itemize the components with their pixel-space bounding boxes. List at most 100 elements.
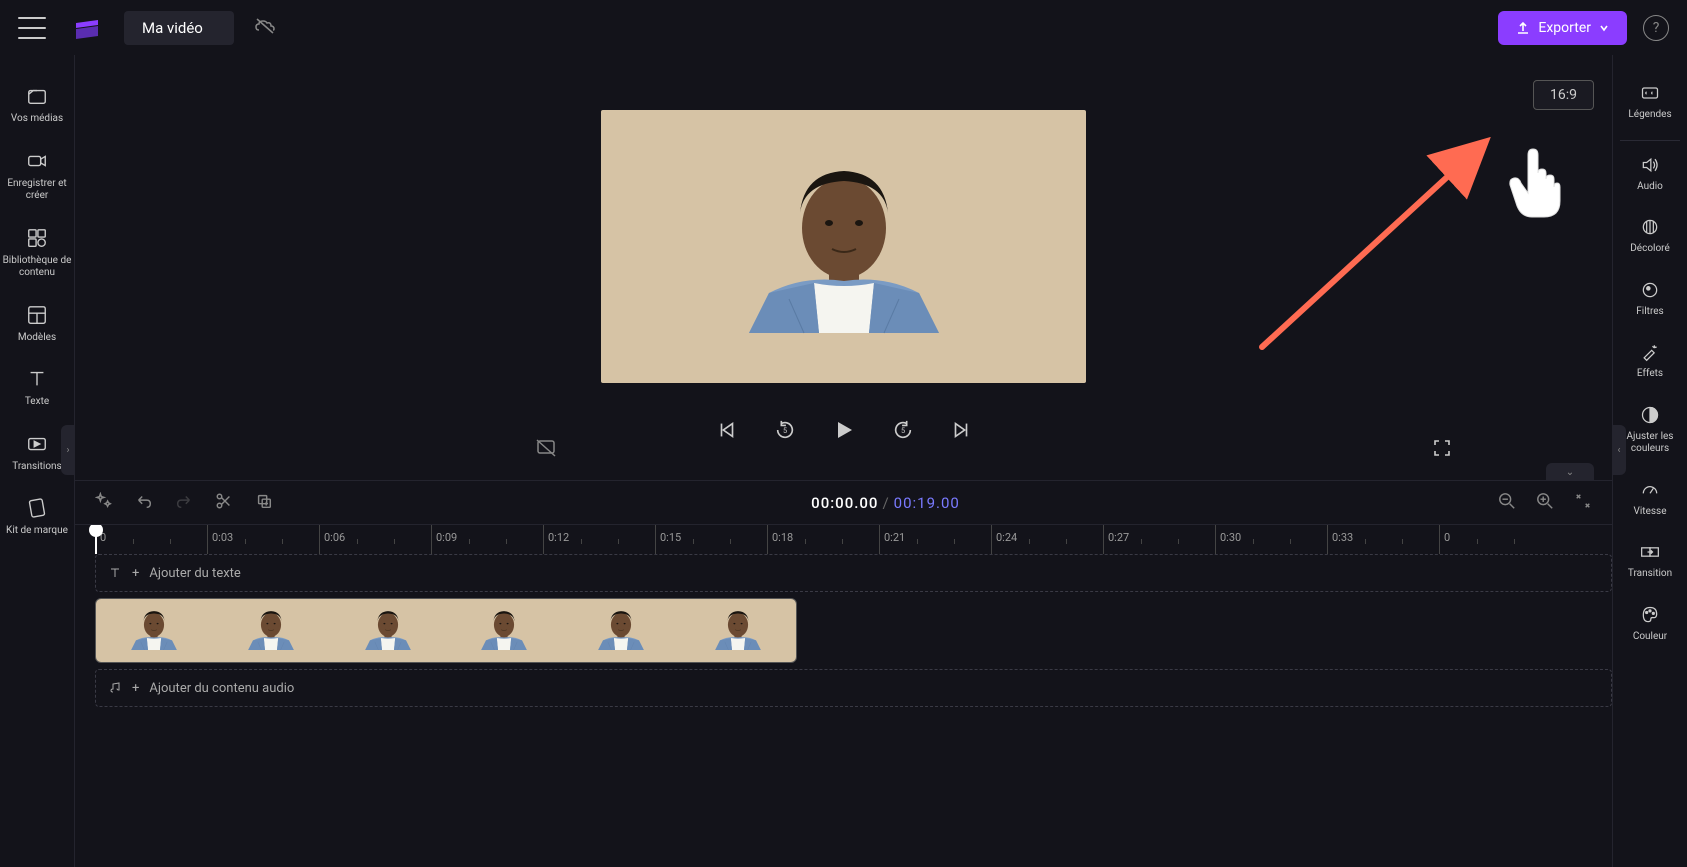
text-icon (108, 566, 122, 580)
expand-left-panel-button[interactable]: › (61, 425, 75, 475)
ruler-tick-label: 0:03 (212, 531, 233, 544)
ruler-tick-label: 0:12 (548, 531, 569, 544)
sidebar-item-label: Effets (1637, 368, 1663, 381)
skip-start-button[interactable] (716, 419, 738, 441)
clip-thumbnail (446, 599, 563, 662)
split-button[interactable] (215, 492, 233, 514)
undo-button[interactable] (135, 492, 153, 514)
sidebar-item-label: Enregistrer et créer (2, 178, 72, 203)
sidebar-item-captions[interactable]: Légendes (1613, 73, 1687, 136)
sidebar-item-label: Vos médias (11, 113, 63, 126)
clip-thumbnail (563, 599, 680, 662)
clip-thumbnail (679, 599, 796, 662)
sidebar-item-label: Audio (1637, 181, 1663, 194)
sidebar-item-label: Transition (1628, 568, 1672, 581)
ruler-tick-label: 0:09 (436, 531, 457, 544)
ruler-tick-label: 0:06 (324, 531, 345, 544)
timeline-tracks: + Ajouter du texte + Ajouter du contenu … (75, 554, 1612, 867)
ruler-tick-label: 0:24 (996, 531, 1017, 544)
sidebar-item-label: Transitions (12, 461, 61, 474)
ruler-tick-label: 0:30 (1220, 531, 1241, 544)
playhead[interactable] (95, 525, 97, 554)
sidebar-item-library[interactable]: Bibliothèque de contenu (0, 217, 74, 294)
ruler-tick-label: 0 (1444, 531, 1450, 544)
ruler-tick-label: 0:27 (1108, 531, 1129, 544)
timecode-display: 00:00.00/00:19.00 (811, 494, 960, 512)
sidebar-item-effects[interactable]: Effets (1613, 332, 1687, 395)
playback-controls: 5 5 (716, 418, 972, 442)
sidebar-item-record[interactable]: Enregistrer et créer (0, 140, 74, 217)
auto-enhance-button[interactable] (95, 492, 113, 514)
sidebar-item-label: Texte (25, 396, 49, 409)
sidebar-item-speed[interactable]: Vitesse (1613, 470, 1687, 533)
zoom-out-button[interactable] (1498, 492, 1516, 514)
current-time: 00:00.00 (811, 494, 878, 512)
sidebar-item-text[interactable]: Texte (0, 358, 74, 423)
sidebar-item-label: Décoloré (1630, 243, 1670, 256)
sidebar-item-templates[interactable]: Modèles (0, 294, 74, 359)
sidebar-item-media[interactable]: Vos médias (0, 75, 74, 140)
app-header: Exporter ? (0, 0, 1687, 55)
sidebar-item-transition[interactable]: Transition (1613, 532, 1687, 595)
cloud-off-icon (254, 17, 276, 39)
svg-text:5: 5 (782, 426, 786, 435)
export-button[interactable]: Exporter (1498, 11, 1627, 45)
video-clip[interactable] (95, 598, 797, 663)
video-track[interactable] (95, 598, 1612, 663)
help-button[interactable]: ? (1643, 15, 1669, 41)
aspect-ratio-button[interactable]: 16:9 (1533, 80, 1594, 110)
text-track-placeholder-label: Ajouter du texte (149, 566, 240, 581)
video-preview-canvas[interactable] (601, 110, 1086, 383)
ruler-tick-label: 0:21 (884, 531, 905, 544)
rewind-5s-button[interactable]: 5 (774, 419, 796, 441)
collapse-preview-button[interactable]: ⌄ (1546, 463, 1594, 481)
zoom-fit-button[interactable] (1574, 492, 1592, 514)
menu-button[interactable] (18, 17, 46, 39)
zoom-in-button[interactable] (1536, 492, 1554, 514)
sidebar-item-audio[interactable]: Audio (1613, 145, 1687, 208)
sidebar-item-label: Kit de marque (6, 525, 68, 538)
sidebar-item-label: Filtres (1636, 306, 1663, 319)
fullscreen-button[interactable] (1432, 438, 1452, 462)
total-duration: 00:19.00 (894, 494, 960, 512)
music-note-icon (108, 681, 122, 695)
clip-thumbnail (213, 599, 330, 662)
sidebar-item-fade[interactable]: Décoloré (1613, 207, 1687, 270)
project-title-input[interactable] (124, 11, 234, 45)
duplicate-button[interactable] (255, 492, 273, 514)
play-button[interactable] (832, 418, 856, 442)
right-sidebar: Légendes Audio Décoloré Filtres Effets A… (1612, 55, 1687, 867)
ruler-tick-label: 0:18 (772, 531, 793, 544)
expand-right-panel-button[interactable]: ‹ (1612, 425, 1626, 475)
sidebar-item-label: Légendes (1628, 109, 1671, 122)
skip-end-button[interactable] (950, 419, 972, 441)
main-area: 16:9 5 5 ⌄ (75, 55, 1612, 867)
forward-5s-button[interactable]: 5 (892, 419, 914, 441)
ruler-tick-label: 0:15 (660, 531, 681, 544)
sidebar-item-label: Bibliothèque de contenu (2, 255, 72, 280)
app-logo-icon (74, 17, 100, 39)
sidebar-item-label: Couleur (1633, 631, 1667, 644)
sidebar-item-brandkit[interactable]: Kit de marque (0, 487, 74, 552)
export-button-label: Exporter (1538, 20, 1591, 36)
timeline-toolbar: 00:00.00/00:19.00 (75, 480, 1612, 524)
sidebar-item-color[interactable]: Couleur (1613, 595, 1687, 658)
svg-text:5: 5 (900, 426, 904, 435)
left-sidebar: Vos médias Enregistrer et créer Biblioth… (0, 55, 75, 867)
annotation-arrow-icon (1242, 127, 1502, 357)
sidebar-item-label: Modèles (18, 332, 56, 345)
clip-thumbnail (329, 599, 446, 662)
sidebar-item-filters[interactable]: Filtres (1613, 270, 1687, 333)
text-track[interactable]: + Ajouter du texte (95, 554, 1612, 592)
redo-button[interactable] (175, 492, 193, 514)
waveform-icon (314, 681, 328, 695)
clip-thumbnail (96, 599, 213, 662)
preview-area: 16:9 5 5 ⌄ (75, 55, 1612, 480)
sidebar-item-label: Vitesse (1634, 506, 1667, 519)
timeline-ruler[interactable]: 0 0:03 0:06 0:09 0:12 0:15 0:18 0:21 0:24 0:27 0:3… (75, 524, 1612, 554)
annotation-hand-cursor-icon (1502, 145, 1564, 223)
ruler-tick-label: 0:33 (1332, 531, 1353, 544)
safezone-off-icon[interactable] (535, 438, 557, 462)
audio-track-placeholder-label: Ajouter du contenu audio (149, 681, 294, 696)
audio-track[interactable]: + Ajouter du contenu audio (95, 669, 1612, 707)
